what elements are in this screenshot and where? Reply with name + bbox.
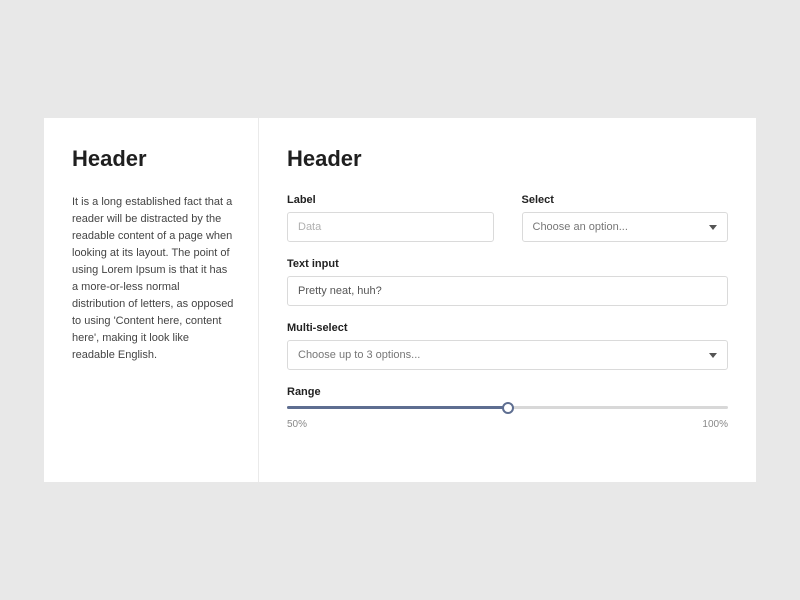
range-track-fill <box>287 406 508 409</box>
range-max-label: 100% <box>702 419 728 430</box>
range-field: Range 50% 100% <box>287 386 728 430</box>
sidebar: Header It is a long established fact tha… <box>44 118 259 482</box>
select-placeholder: Choose an option... <box>533 221 628 233</box>
caret-down-icon <box>709 225 717 230</box>
range-thumb[interactable] <box>502 402 514 414</box>
range-label: Range <box>287 386 728 398</box>
text-input[interactable] <box>287 276 728 306</box>
text-input-label: Text input <box>287 258 728 270</box>
multi-select-label: Multi-select <box>287 322 728 334</box>
caret-down-icon <box>709 353 717 358</box>
text-input-field: Text input <box>287 258 728 306</box>
sidebar-body: It is a long established fact that a rea… <box>72 194 234 364</box>
range-min-label: 50% <box>287 419 307 430</box>
label-field-label: Label <box>287 194 494 206</box>
multi-select-placeholder: Choose up to 3 options... <box>298 349 420 361</box>
sidebar-header: Header <box>72 146 234 172</box>
range-labels: 50% 100% <box>287 419 728 430</box>
form-panel: Header Label Select Choose an option... … <box>259 118 756 482</box>
select-dropdown[interactable]: Choose an option... <box>522 212 729 242</box>
range-slider[interactable] <box>287 406 728 409</box>
select-field-label: Select <box>522 194 729 206</box>
label-input[interactable] <box>287 212 494 242</box>
multi-select-dropdown[interactable]: Choose up to 3 options... <box>287 340 728 370</box>
form-header: Header <box>287 146 728 172</box>
multi-select-field: Multi-select Choose up to 3 options... <box>287 322 728 370</box>
form-row-top: Label Select Choose an option... <box>287 194 728 242</box>
label-field: Label <box>287 194 494 242</box>
select-field: Select Choose an option... <box>522 194 729 242</box>
settings-card: Header It is a long established fact tha… <box>44 118 756 482</box>
range-track <box>287 406 728 409</box>
